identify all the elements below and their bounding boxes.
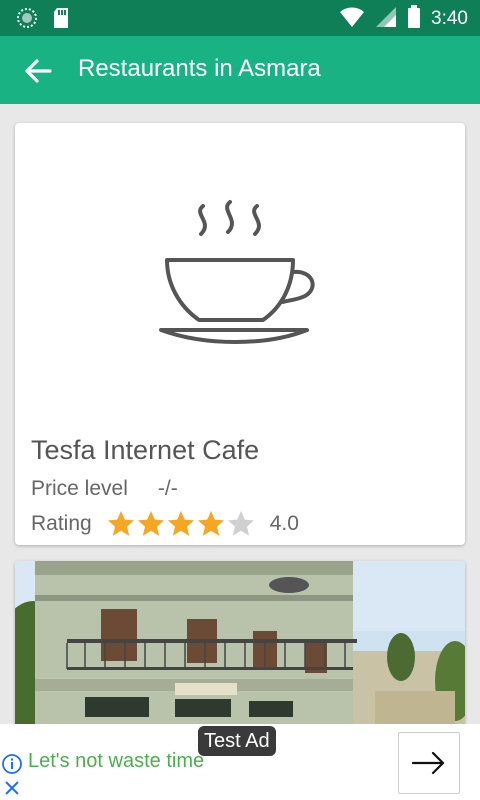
page-title: Restaurants in Asmara	[78, 55, 321, 82]
arrow-back-icon	[25, 59, 52, 83]
cell-signal-icon	[375, 6, 397, 32]
status-bar: 3:40	[0, 0, 480, 36]
price-row: Price level -/-	[31, 477, 178, 501]
rating-row: Rating 4.0	[31, 509, 299, 539]
coffee-cup-icon	[159, 200, 315, 344]
arrow-right-icon	[411, 751, 445, 775]
sync-icon	[16, 7, 38, 33]
star-filled-icon	[107, 511, 134, 536]
wifi-icon	[339, 6, 365, 32]
star-filled-icon	[197, 511, 224, 536]
restaurant-image	[15, 123, 465, 423]
app-bar: Restaurants in Asmara	[0, 36, 480, 104]
ad-action-button[interactable]	[398, 732, 460, 794]
price-label: Price level	[31, 477, 128, 500]
info-icon[interactable]	[2, 754, 22, 774]
close-icon[interactable]	[2, 778, 22, 798]
rating-label: Rating	[31, 512, 92, 535]
star-filled-icon	[137, 511, 164, 536]
restaurant-card[interactable]: Tesfa Internet Cafe Price level -/- Rati…	[15, 123, 465, 545]
rating-stars	[106, 509, 256, 539]
ad-badge: Test Ad	[198, 726, 276, 756]
status-time: 3:40	[431, 8, 468, 29]
restaurant-list[interactable]: Tesfa Internet Cafe Price level -/- Rati…	[0, 104, 480, 724]
ad-banner[interactable]: Test Ad Let's not waste time	[0, 724, 480, 800]
sd-card-icon	[52, 7, 70, 33]
star-filled-icon	[167, 511, 194, 536]
battery-icon	[407, 5, 421, 33]
star-empty-icon	[227, 511, 254, 536]
building-photo	[15, 561, 465, 724]
restaurant-name: Tesfa Internet Cafe	[31, 435, 260, 465]
price-value: -/-	[157, 477, 178, 500]
restaurant-card[interactable]	[15, 561, 465, 724]
rating-value: 4.0	[269, 512, 299, 535]
back-button[interactable]	[20, 53, 56, 89]
ad-text[interactable]: Let's not waste time	[28, 750, 204, 773]
